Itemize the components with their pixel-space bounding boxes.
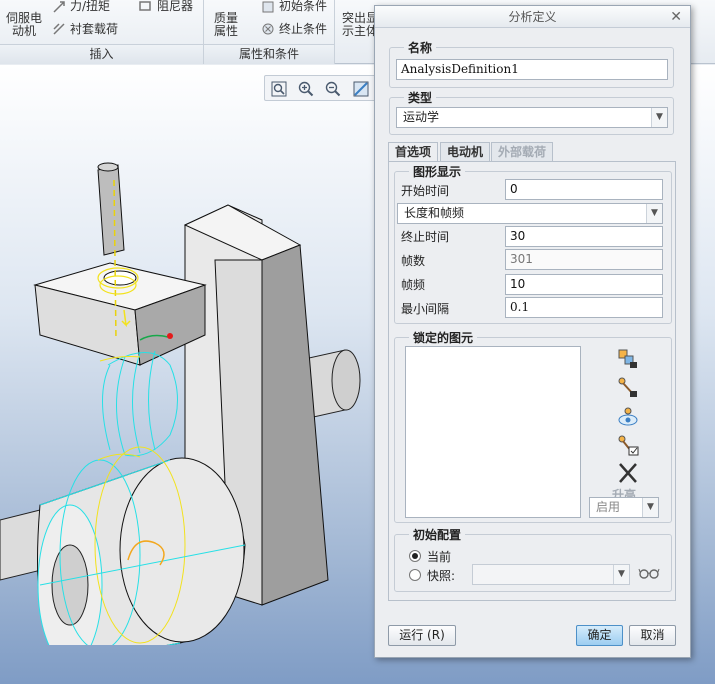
zoom-out-icon[interactable]	[323, 79, 343, 99]
current-radio[interactable]	[409, 550, 421, 562]
dialog-titlebar[interactable]: 分析定义 ✕	[375, 6, 690, 28]
cancel-button[interactable]: 取消	[629, 625, 676, 646]
tab-preferences[interactable]: 首选项	[388, 142, 439, 162]
lining-load-button[interactable]: 衬套载荷	[70, 23, 118, 36]
name-input[interactable]: AnalysisDefinition1	[396, 59, 668, 80]
terminate-cond-button[interactable]: 终止条件	[279, 23, 327, 36]
min-interval-input[interactable]: 0.1	[505, 297, 663, 318]
initial-config-label: 初始配置	[409, 526, 466, 543]
chevron-down-icon[interactable]: ▼	[651, 108, 667, 127]
frame-rate-input[interactable]: 10	[505, 274, 663, 295]
cam-mechanism-model[interactable]	[0, 105, 380, 645]
highlight-body-button[interactable]: 突出显 示主体	[342, 12, 378, 38]
frame-rate-label: 帧频	[401, 278, 426, 292]
force-torque-button[interactable]: 力/扭矩	[70, 0, 110, 13]
snapshot-select: ▼	[472, 564, 630, 585]
ok-button[interactable]: 确定	[576, 625, 623, 646]
snapshot-radio[interactable]	[409, 569, 421, 581]
chevron-down-icon: ▼	[613, 565, 629, 584]
glasses-icon[interactable]	[638, 566, 660, 580]
type-label: 类型	[404, 89, 437, 106]
delete-x-icon[interactable]	[615, 461, 641, 485]
analysis-definition-dialog: 分析定义 ✕ 名称 AnalysisDefinition1 类型 运动学 ▼ 首…	[374, 5, 691, 658]
terminate-cond-icon	[262, 23, 274, 35]
snapshot-label: 快照:	[427, 569, 456, 583]
initial-cond-icon	[262, 1, 274, 13]
display-mode-select[interactable]: 长度和帧频 ▼	[397, 203, 663, 224]
mass-props-button[interactable]: 质量 属性	[212, 12, 240, 38]
graph-display-label: 图形显示	[409, 163, 466, 180]
frames-label: 帧数	[401, 254, 426, 268]
ribbon-separator	[334, 0, 335, 64]
ribbon-group-props: 属性和条件	[204, 44, 334, 64]
min-interval-label: 最小间隔	[401, 302, 450, 316]
enable-connection-icon[interactable]	[615, 434, 641, 458]
damper-icon	[139, 1, 151, 11]
tab-motors[interactable]: 电动机	[440, 142, 491, 161]
name-label: 名称	[404, 39, 437, 56]
chevron-down-icon: ▼	[642, 498, 658, 517]
zoom-fit-icon[interactable]	[269, 79, 289, 99]
initial-cond-button[interactable]: 初始条件	[279, 0, 327, 13]
current-label: 当前	[427, 550, 452, 564]
start-time-input[interactable]: 0	[505, 179, 663, 200]
lining-load-icon	[53, 23, 65, 35]
dialog-title: 分析定义	[508, 10, 557, 24]
repaint-icon[interactable]	[351, 79, 371, 99]
type-select-value: 运动学	[403, 110, 440, 124]
lock-body-icon[interactable]	[615, 347, 641, 371]
ribbon-group-insert: 插入	[0, 44, 203, 64]
display-mode-value: 长度和帧频	[404, 206, 465, 220]
view-toolbar	[264, 75, 376, 101]
start-time-label: 开始时间	[401, 184, 450, 198]
damper-button[interactable]: 阻尼器	[157, 0, 193, 13]
enable-select: 启用 ▼	[589, 497, 659, 518]
locked-entities-label: 锁定的图元	[409, 329, 478, 346]
lock-connection-icon[interactable]	[615, 376, 641, 400]
tab-external-loads[interactable]: 外部载荷	[491, 142, 554, 161]
lock-view-icon[interactable]	[615, 405, 641, 429]
run-button[interactable]: 运行 (R)	[388, 625, 456, 646]
end-time-label: 终止时间	[401, 230, 450, 244]
zoom-in-icon[interactable]	[296, 79, 316, 99]
force-torque-icon	[53, 1, 65, 13]
locked-entities-list[interactable]	[405, 346, 581, 518]
close-icon[interactable]: ✕	[670, 6, 682, 28]
type-select[interactable]: 运动学 ▼	[396, 107, 668, 128]
frames-input: 301	[505, 249, 663, 270]
enable-select-value: 启用	[596, 500, 621, 514]
end-time-input[interactable]: 30	[505, 226, 663, 247]
chevron-down-icon[interactable]: ▼	[646, 204, 662, 223]
servo-motor-button[interactable]: 伺服电 动机	[4, 12, 44, 38]
